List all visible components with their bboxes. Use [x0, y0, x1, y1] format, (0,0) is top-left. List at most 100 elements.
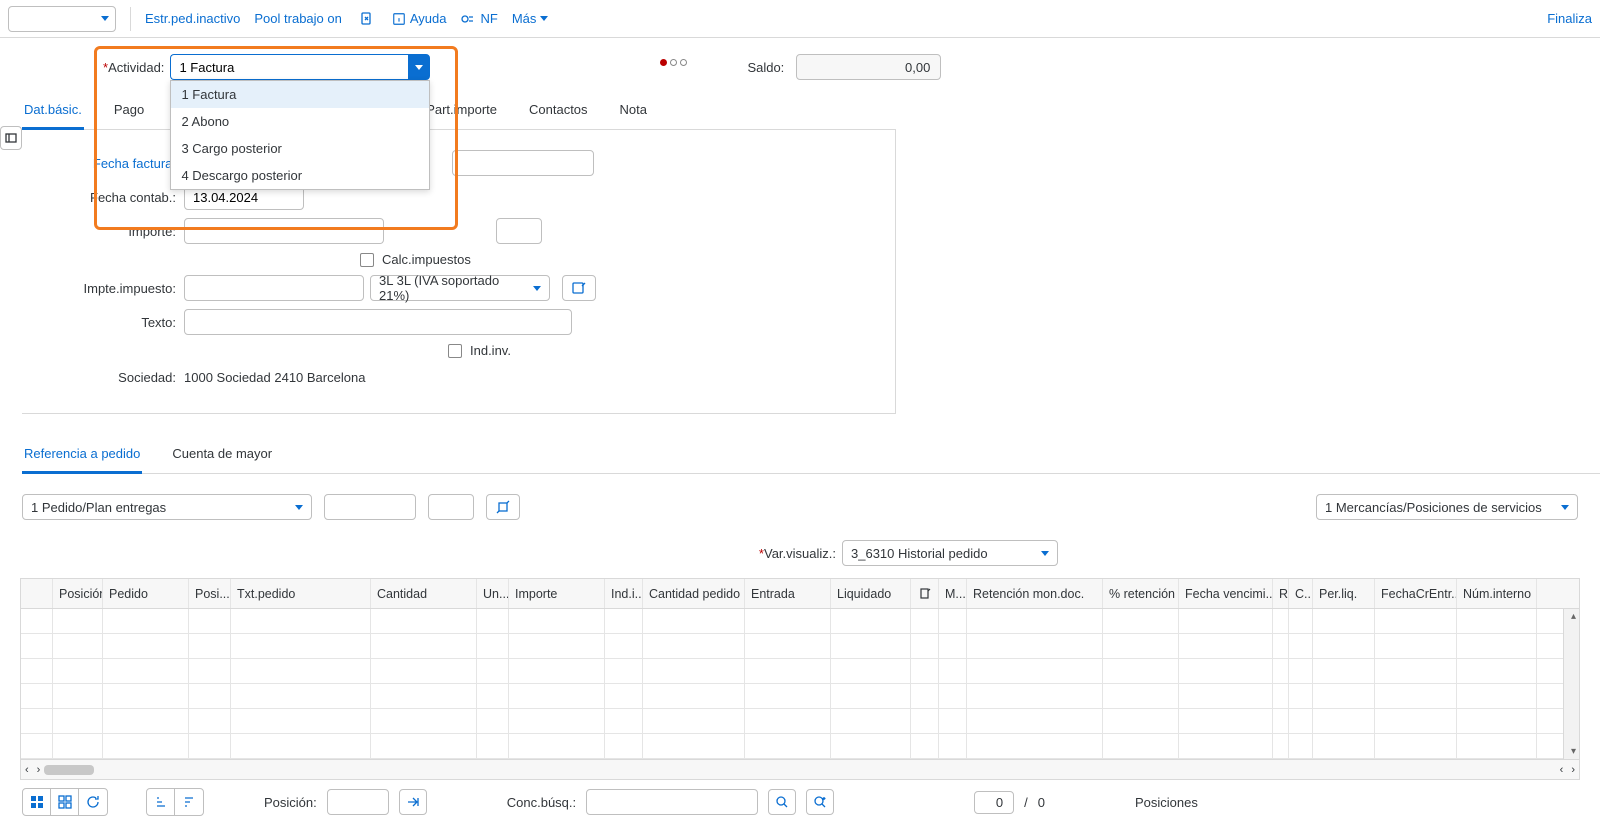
dropdown-item-factura[interactable]: 1 Factura	[171, 81, 429, 108]
col-selector[interactable]	[21, 579, 53, 608]
col-icon[interactable]	[911, 579, 939, 608]
mas-link[interactable]: Más	[512, 11, 549, 26]
chevron-down-icon	[415, 65, 423, 70]
search-next-button[interactable]	[806, 789, 834, 815]
sort-asc-button[interactable]	[147, 789, 175, 815]
tab-cuenta-mayor[interactable]: Cuenta de mayor	[170, 438, 274, 473]
doc-icon[interactable]	[356, 8, 378, 30]
col-importe[interactable]: Importe	[509, 579, 605, 608]
vertical-scrollbar[interactable]: ▴ ▾	[1563, 609, 1579, 759]
detail-view-button[interactable]	[51, 789, 79, 815]
col-un[interactable]: Un...	[477, 579, 509, 608]
tab-nota[interactable]: Nota	[618, 94, 649, 129]
col-r[interactable]: R	[1273, 579, 1289, 608]
col-entrada[interactable]: Entrada	[745, 579, 831, 608]
actividad-dropdown-button[interactable]	[408, 54, 430, 80]
col-c[interactable]: C...	[1289, 579, 1313, 608]
col-txt-pedido[interactable]: Txt.pedido	[231, 579, 371, 608]
importe-label: Importe:	[22, 224, 184, 239]
chevron-down-icon	[295, 505, 303, 510]
goto-posicion-button[interactable]	[399, 789, 427, 815]
tab-pago[interactable]: Pago	[112, 94, 146, 129]
dropdown-item-abono[interactable]: 2 Abono	[171, 108, 429, 135]
col-cantidad-pedido[interactable]: Cantidad pedido	[643, 579, 745, 608]
tax-detail-button[interactable]	[562, 275, 596, 301]
items-table: Posición Pedido Posi... Txt.pedido Canti…	[20, 578, 1580, 780]
ayuda-link[interactable]: Ayuda	[392, 11, 447, 26]
expand-button[interactable]	[486, 494, 520, 520]
col-indi[interactable]: Ind.i...	[605, 579, 643, 608]
scroll-thumb[interactable]	[44, 765, 94, 775]
col-per-liq[interactable]: Per.liq.	[1313, 579, 1375, 608]
col-m[interactable]: M...	[939, 579, 967, 608]
tab-referencia-pedido[interactable]: Referencia a pedido	[22, 438, 142, 474]
search-button[interactable]	[768, 789, 796, 815]
table-row[interactable]	[21, 709, 1579, 734]
col-fecha-venc[interactable]: Fecha vencimi...	[1179, 579, 1273, 608]
col-num-interno[interactable]: Núm.interno	[1457, 579, 1537, 608]
traffic-lights	[660, 59, 687, 66]
referencia-input[interactable]	[452, 150, 594, 176]
tab-contactos[interactable]: Contactos	[527, 94, 590, 129]
col-pedido[interactable]: Pedido	[103, 579, 189, 608]
chevron-down-icon	[1561, 505, 1569, 510]
doc-icon	[919, 588, 931, 600]
pool-link[interactable]: Pool trabajo on	[254, 11, 341, 26]
scroll-right-icon: ›	[33, 764, 45, 776]
posicion-input[interactable]	[327, 789, 389, 815]
table-row[interactable]	[21, 684, 1579, 709]
var-visual-select[interactable]: 3_6310 Historial pedido	[842, 540, 1058, 566]
table-row[interactable]	[21, 734, 1579, 759]
nf-link[interactable]: NF	[460, 11, 497, 26]
finalizar-link[interactable]: Finaliza	[1547, 11, 1592, 26]
ind-inv-checkbox[interactable]	[448, 344, 462, 358]
scroll-right-icon-2: ›	[1567, 764, 1579, 776]
grid-view-button[interactable]	[23, 789, 51, 815]
impte-impuesto-input[interactable]	[184, 275, 364, 301]
moneda-input[interactable]	[496, 218, 542, 244]
table-row[interactable]	[21, 634, 1579, 659]
tab-part-importe[interactable]: Part.importe	[424, 94, 499, 129]
total-count: 0	[1038, 795, 1045, 810]
table-row[interactable]	[21, 609, 1579, 634]
lower-tabs: Referencia a pedido Cuenta de mayor	[22, 438, 1600, 474]
divider	[130, 7, 131, 31]
col-pct-retencion[interactable]: % retención	[1103, 579, 1179, 608]
refresh-button[interactable]	[79, 789, 107, 815]
col-fecha-cr[interactable]: FechaCrEntr...	[1375, 579, 1457, 608]
conc-busq-input[interactable]	[586, 789, 758, 815]
table-row[interactable]	[21, 659, 1579, 684]
tab-dat-basic[interactable]: Dat.básic.	[22, 94, 84, 130]
importe-input[interactable]	[184, 218, 384, 244]
tax-code-select[interactable]: 3L 3L (IVA soportado 21%)	[370, 275, 550, 301]
estr-ped-link[interactable]: Estr.ped.inactivo	[145, 11, 240, 26]
pedido-input-2[interactable]	[428, 494, 474, 520]
col-posi[interactable]: Posi...	[189, 579, 231, 608]
reference-row-2: *Var.visualiz.: 3_6310 Historial pedido	[0, 540, 1600, 578]
calc-impuestos-checkbox[interactable]	[360, 253, 374, 267]
dropdown-item-cargo[interactable]: 3 Cargo posterior	[171, 135, 429, 162]
toolbar-select[interactable]	[8, 6, 116, 32]
toolbar: Estr.ped.inactivo Pool trabajo on Ayuda …	[0, 0, 1600, 38]
col-cantidad[interactable]: Cantidad	[371, 579, 477, 608]
side-toggle-button[interactable]	[0, 126, 22, 150]
mercancias-select[interactable]: 1 Mercancías/Posiciones de servicios	[1316, 494, 1578, 520]
chevron-down-icon	[1041, 551, 1049, 556]
info-icon	[392, 12, 406, 26]
col-retencion[interactable]: Retención mon.doc.	[967, 579, 1103, 608]
table-body	[21, 609, 1579, 759]
saldo-value: 0,00	[796, 54, 941, 80]
actividad-input[interactable]	[170, 54, 408, 80]
col-posicion[interactable]: Posición	[53, 579, 103, 608]
fecha-contab-label: Fecha contab.:	[22, 190, 184, 205]
pedido-select[interactable]: 1 Pedido/Plan entregas	[22, 494, 312, 520]
col-liquidado[interactable]: Liquidado	[831, 579, 911, 608]
count-slash: /	[1024, 795, 1028, 810]
pedido-input-1[interactable]	[324, 494, 416, 520]
texto-input[interactable]	[184, 309, 572, 335]
sort-desc-button[interactable]	[175, 789, 203, 815]
horizontal-scrollbar[interactable]: ‹ › ‹ ›	[21, 759, 1579, 779]
ind-inv-label: Ind.inv.	[470, 343, 511, 358]
dropdown-item-descargo[interactable]: 4 Descargo posterior	[171, 162, 429, 189]
status-dot	[670, 59, 677, 66]
